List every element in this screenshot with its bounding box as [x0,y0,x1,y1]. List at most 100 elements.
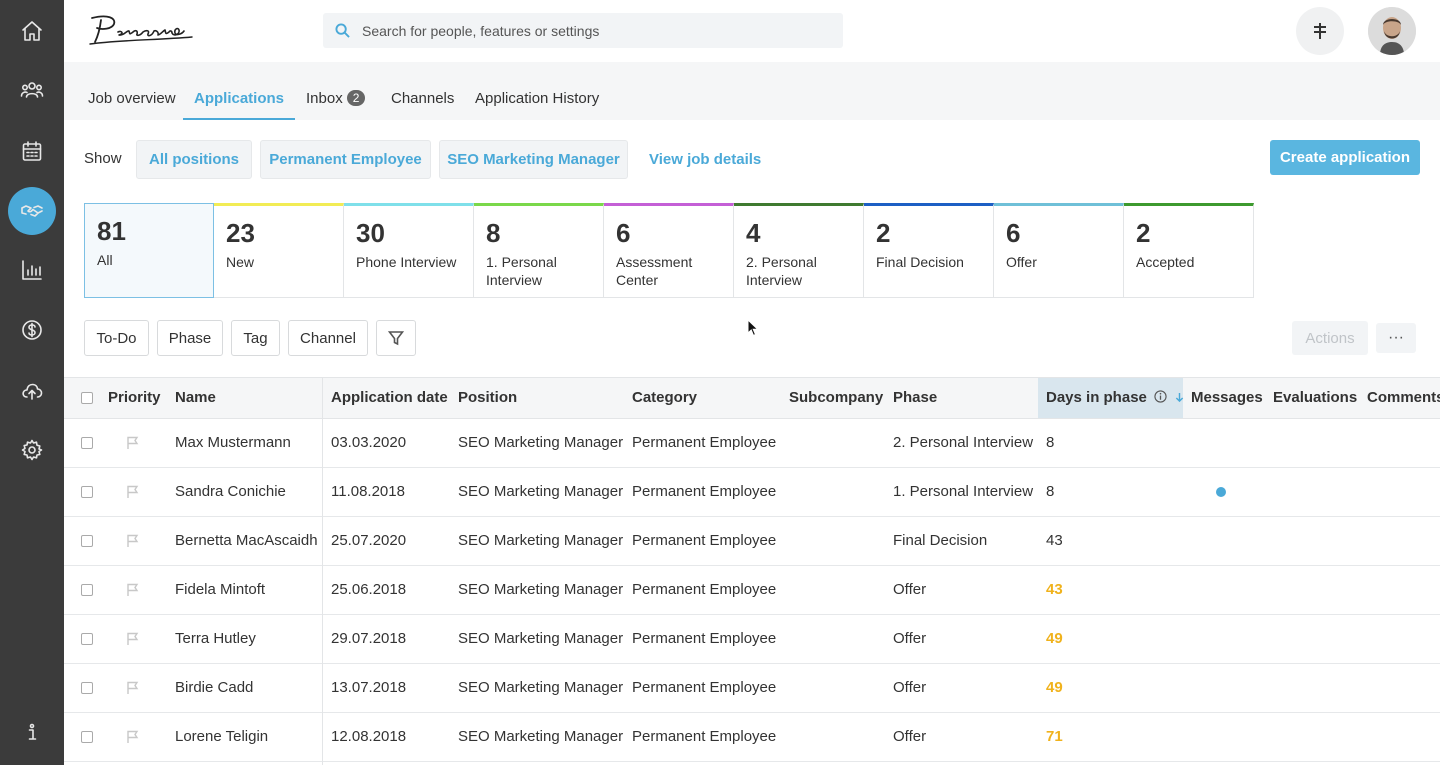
priority-flag-icon[interactable] [126,583,140,597]
applicant-name[interactable]: Terra Hutley [175,615,256,663]
row-checkbox[interactable] [81,535,93,547]
phase-filter-button[interactable]: Phase [157,320,223,356]
phase-card[interactable]: 8 1. Personal Interview [474,203,604,298]
phase: Offer [893,630,927,647]
row-checkbox[interactable] [81,633,93,645]
actions-button[interactable]: Actions [1292,321,1368,355]
gear-icon[interactable] [8,426,56,474]
col-application-date[interactable]: Application date [331,378,448,418]
phase-label: 2. Personal Interview [746,254,817,288]
dollar-icon[interactable] [8,306,56,354]
priority-flag-icon[interactable] [126,436,140,450]
tab-inbox[interactable]: Inbox 2 [306,90,366,120]
search-icon [335,23,350,38]
info-icon[interactable] [8,708,56,756]
applications-table: Priority Name Application date Position … [64,377,1440,765]
priority-flag-icon[interactable] [126,485,140,499]
col-category[interactable]: Category [632,378,697,418]
filter-chip-seo-marketing-manager[interactable]: SEO Marketing Manager [439,140,628,179]
phase-label: 1. Personal Interview [486,254,557,288]
search-input[interactable] [362,22,822,39]
applicant-name[interactable]: Birdie Cadd [175,664,253,712]
calendar-icon[interactable] [8,127,56,175]
phase-card[interactable]: 6 Offer [994,203,1124,298]
category: Permanent Employee [632,581,777,598]
priority-flag-icon[interactable] [126,681,140,695]
filter-chip-permanent-employee[interactable]: Permanent Employee [260,140,431,179]
tag-filter-button[interactable]: Tag [231,320,280,356]
phase-card[interactable]: 2 Accepted [1124,203,1254,298]
applicant-name[interactable]: Lorene Teligin [175,713,268,761]
cloud-upload-icon[interactable] [8,367,56,415]
priority-flag-icon[interactable] [126,534,140,548]
more-options-button[interactable]: ··· [1376,323,1416,353]
tab-applications[interactable]: Applications [183,90,296,120]
tab-job-overview[interactable]: Job overview [88,90,176,120]
company-logo[interactable] [88,10,198,50]
col-subcompany[interactable]: Subcompany [789,378,883,418]
phase-count: 23 [226,218,255,248]
todo-filter-button[interactable]: To-Do [84,320,149,356]
col-name[interactable]: Name [175,378,216,418]
application-date: 11.08.2018 [331,483,405,500]
table-row[interactable]: Lorene Teligin 12.08.2018 SEO Marketing Ma… [64,713,1440,762]
mouse-cursor-icon [747,319,759,337]
phase-card[interactable]: 2 Final Decision [864,203,994,298]
table-row[interactable]: Max Mustermann 03.03.2020 SEO Marketing Ma… [64,419,1440,468]
handshake-icon[interactable] [8,187,56,235]
col-messages[interactable]: Messages [1191,378,1263,418]
home-icon[interactable] [8,7,56,55]
col-priority[interactable]: Priority [108,378,161,418]
phase-card[interactable]: 23 New [214,203,344,298]
applicant-name[interactable]: Fidela Mintoft [175,566,265,614]
advanced-filter-button[interactable] [376,320,416,356]
row-checkbox[interactable] [81,486,93,498]
phase: Offer [893,728,927,745]
phase-card[interactable]: 30 Phone Interview [344,203,474,298]
global-search[interactable] [323,13,843,48]
col-comments[interactable]: Comments [1367,378,1440,418]
row-checkbox[interactable] [81,682,93,694]
col-position[interactable]: Position [458,378,517,418]
tab-label: Application History [475,90,600,107]
channel-filter-button[interactable]: Channel [288,320,368,356]
priority-flag-icon[interactable] [126,632,140,646]
table-row[interactable]: Sandra Conichie 11.08.2018 SEO Marketing M… [64,468,1440,517]
select-all-checkbox[interactable] [81,392,93,404]
row-checkbox[interactable] [81,437,93,449]
chart-icon[interactable] [8,246,56,294]
phase-card[interactable]: 4 2. Personal Interview [734,203,864,298]
priority-flag-icon[interactable] [126,730,140,744]
col-phase[interactable]: Phase [893,378,937,418]
phase-card[interactable]: 81 All [84,203,214,298]
people-icon[interactable] [8,66,56,114]
frozen-column-divider [322,377,323,765]
row-checkbox[interactable] [81,584,93,596]
filter-chip-all-positions[interactable]: All positions [136,140,252,179]
tab-channels[interactable]: Channels [391,90,454,120]
phase: 1. Personal Interview [893,483,1034,500]
unread-message-dot[interactable] [1216,487,1226,497]
tab-application-history[interactable]: Application History [475,90,599,120]
row-checkbox[interactable] [81,731,93,743]
phase-label: New [226,254,255,270]
table-row[interactable]: Fidela Mintoft 25.06.2018 SEO Marketing Ma… [64,566,1440,615]
application-date: 03.03.2020 [331,434,407,451]
applicant-name[interactable]: Max Mustermann [175,419,291,467]
create-application-button[interactable]: Create application [1270,140,1420,175]
category: Permanent Employee [632,679,777,696]
view-job-details-link[interactable]: View job details [649,151,761,168]
phase-card[interactable]: 6 Assessment Center [604,203,734,298]
signpost-icon [1314,23,1326,39]
signpost-button[interactable] [1296,7,1344,55]
col-evaluations[interactable]: Evaluations [1273,378,1357,418]
applicant-name[interactable]: Sandra Conichie [175,468,286,516]
table-row[interactable]: Birdie Cadd 13.07.2018 SEO Marketing Manag… [64,664,1440,713]
table-row[interactable]: Terra Hutley 29.07.2018 SEO Marketing Mana… [64,615,1440,664]
info-circle-icon[interactable] [1154,390,1167,403]
phase-label: All [97,252,113,268]
applicant-name[interactable]: Bernetta MacAscaidh [175,517,318,565]
table-row[interactable]: Bernetta MacAscaidh 25.07.2020 SEO Marketi… [64,517,1440,566]
col-days-in-phase[interactable]: Days in phase [1038,378,1184,418]
user-avatar[interactable] [1368,7,1416,55]
